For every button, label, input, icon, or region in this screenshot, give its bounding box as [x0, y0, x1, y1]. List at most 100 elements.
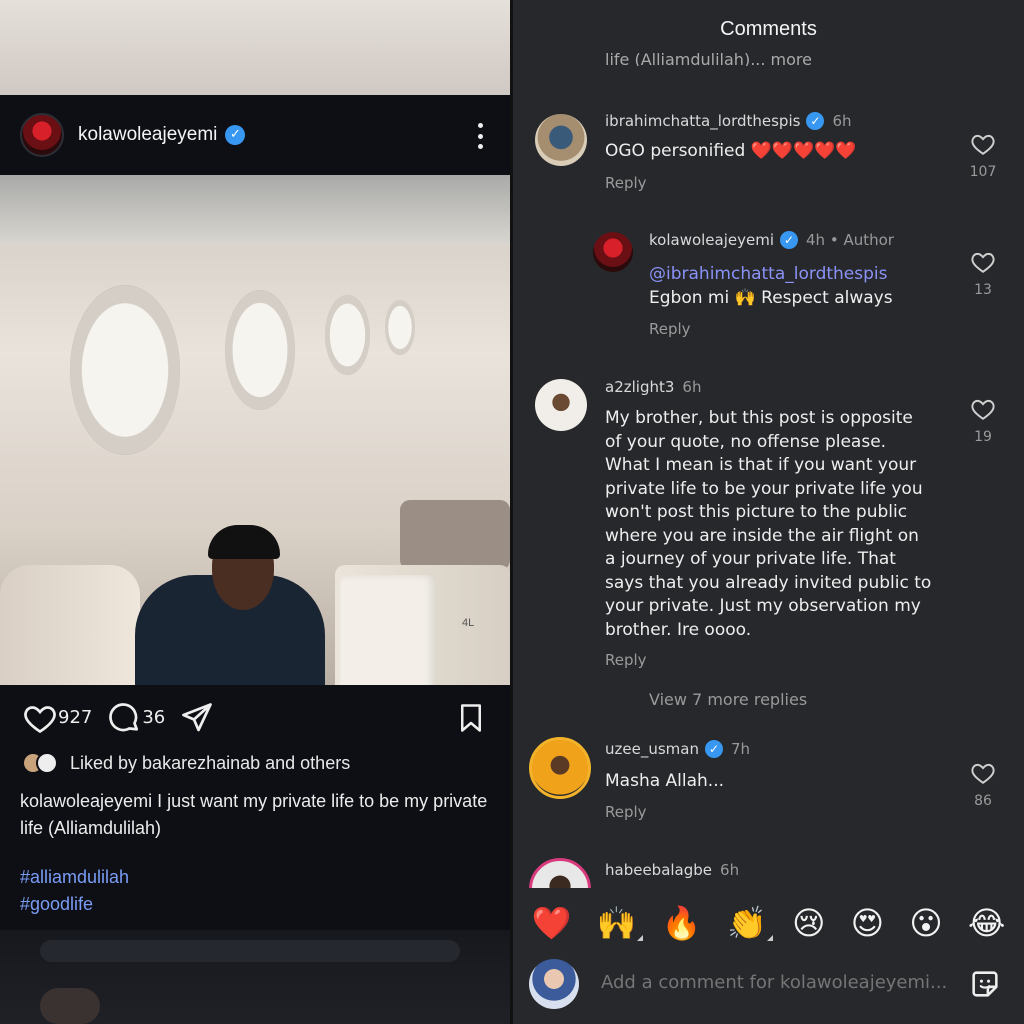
- post-hashtags: #alliamdulilah #goodlife: [20, 864, 129, 918]
- share-button[interactable]: [179, 700, 215, 736]
- photo-window: [385, 300, 415, 355]
- caption-username[interactable]: kolawoleajeyemi: [20, 791, 152, 811]
- hashtag-link[interactable]: #alliamdulilah: [20, 864, 129, 891]
- photo-seat-left: [0, 565, 140, 685]
- blurred-background-bottom: [0, 930, 510, 1024]
- reaction-emoji-glyph: 👏: [726, 904, 767, 942]
- reaction-emoji[interactable]: 😍: [851, 903, 884, 943]
- heart-icon: [971, 134, 995, 155]
- commenter-avatar[interactable]: [593, 232, 633, 272]
- comment-text-line: won't post this picture to the public: [605, 502, 908, 522]
- photo-window: [70, 285, 180, 455]
- photo-window: [325, 295, 370, 375]
- commenter-username[interactable]: a2zlight3: [605, 378, 674, 396]
- commenter-username[interactable]: kolawoleajeyemi: [649, 231, 774, 249]
- hashtag-link[interactable]: #goodlife: [20, 891, 129, 918]
- comment-text-line: of your quote, no offense please.: [605, 431, 887, 452]
- verified-badge-icon: ✓: [704, 740, 723, 758]
- post-photo[interactable]: 4L: [0, 175, 510, 685]
- comment-text-line: My brother, but this post is opposite: [605, 408, 913, 428]
- post-header: kolawoleajeyemi ✓: [0, 95, 510, 175]
- photo-seat-label: 4L: [462, 617, 475, 629]
- comment-bubble-icon: [109, 702, 139, 731]
- blurred-shape: [40, 988, 100, 1024]
- commenter-username[interactable]: ibrahimchatta_lordthespis: [605, 112, 800, 130]
- verified-badge-icon: ✓: [780, 231, 799, 249]
- comment-text-block: My brother, but this post is opposite of…: [605, 407, 931, 642]
- commenter-avatar-story-ring[interactable]: [529, 858, 591, 888]
- post-author-avatar[interactable]: [20, 113, 64, 157]
- comment-time: 6h: [720, 861, 740, 879]
- reaction-emoji[interactable]: 🙌: [596, 903, 643, 943]
- heart-icon: [971, 763, 995, 784]
- comment-like-count: 107: [969, 164, 997, 180]
- like-button[interactable]: 927: [22, 700, 92, 736]
- verified-badge-icon: ✓: [225, 125, 246, 145]
- comment-text-line: private life to be your private life you: [605, 478, 923, 499]
- comment-text-line: a journey of your private life. That: [605, 549, 896, 569]
- reaction-emoji[interactable]: 😂: [968, 903, 1005, 943]
- view-more-replies-button[interactable]: View 7 more replies: [649, 690, 807, 709]
- sticker-icon[interactable]: [968, 967, 1002, 1001]
- reply-button[interactable]: Reply: [605, 651, 647, 669]
- reaction-emoji[interactable]: 👏: [726, 903, 773, 943]
- comment-text: Egbon mi 🙌 Respect always: [649, 287, 893, 308]
- comment-like-button[interactable]: 13: [968, 250, 998, 298]
- blurred-shape: [40, 940, 460, 962]
- blurred-background-top: [0, 0, 510, 95]
- comment-like-button[interactable]: 19: [968, 397, 998, 445]
- liker-avatar: [36, 752, 58, 774]
- reaction-emoji[interactable]: 😢: [792, 903, 825, 943]
- current-user-avatar: [529, 959, 579, 1009]
- photo-cap: [208, 525, 280, 559]
- comment-time: 6h: [832, 112, 852, 130]
- commenter-avatar[interactable]: [535, 379, 587, 431]
- reaction-emoji-glyph: 🙌: [596, 904, 637, 942]
- comment-like-count: 86: [974, 793, 992, 809]
- more-vertical-icon[interactable]: [474, 123, 486, 149]
- comment-like-button[interactable]: 107: [968, 132, 998, 180]
- heart-icon: [24, 705, 56, 733]
- photo-back-seat: [400, 500, 510, 570]
- photo-panel-door: [340, 575, 435, 685]
- comment-like-count: 13: [974, 282, 992, 298]
- reaction-emoji[interactable]: 🔥: [662, 903, 702, 943]
- truncated-caption-text: life (Alliamdulilah)... more: [605, 50, 812, 66]
- comment-text-line: What I mean is that if you want your: [605, 455, 917, 475]
- truncated-caption[interactable]: life (Alliamdulilah)... more: [605, 46, 812, 66]
- liked-by-row[interactable]: Liked by bakarezhainab and others: [22, 752, 350, 774]
- mention-link[interactable]: @ibrahimchatta_lordthespis: [649, 263, 893, 287]
- like-count: 927: [58, 707, 93, 728]
- comments-sheet: Comments life (Alliamdulilah)... more ib…: [513, 0, 1024, 1024]
- post-actions: 927 36: [0, 685, 510, 750]
- comment-like-count: 19: [974, 429, 992, 445]
- photo-ceiling: [0, 175, 510, 245]
- commenter-username[interactable]: habeebalagbe: [605, 861, 712, 879]
- quick-reaction-bar: ❤️ 🙌 🔥 👏 😢 😍 😮 😂: [513, 900, 1024, 946]
- reply-button[interactable]: Reply: [605, 174, 647, 192]
- comment-count: 36: [142, 707, 166, 728]
- add-comment-bar: [513, 955, 1024, 1015]
- commenter-username[interactable]: uzee_usman: [605, 740, 699, 758]
- commenter-avatar[interactable]: [535, 114, 587, 166]
- comment-like-button[interactable]: 86: [968, 761, 998, 809]
- commenter-avatar-story-ring[interactable]: [529, 737, 591, 799]
- bookmark-icon[interactable]: [456, 702, 486, 734]
- post-caption: kolawoleajeyemi I just want my private l…: [20, 788, 495, 842]
- comment-text: Masha Allah...: [605, 771, 725, 791]
- add-comment-input[interactable]: [601, 972, 951, 993]
- verified-badge-icon: ✓: [806, 112, 825, 130]
- post-panel: kolawoleajeyemi ✓ 4L 927 36 Liked by bak…: [0, 0, 510, 1024]
- reply-button[interactable]: Reply: [605, 803, 647, 821]
- comments-title: Comments: [720, 18, 817, 40]
- comment-text-line: says that you already invited public to: [605, 572, 932, 593]
- reply-button[interactable]: Reply: [649, 320, 691, 338]
- liked-by-text: Liked by bakarezhainab and others: [70, 752, 351, 773]
- comment-text: OGO personified ❤️❤️❤️❤️❤️: [605, 141, 857, 161]
- reaction-emoji[interactable]: 😮: [909, 903, 942, 943]
- comment-text-line: where you are inside the air flight on: [605, 525, 919, 546]
- reaction-emoji[interactable]: ❤️: [532, 903, 572, 943]
- comment-time: 7h: [730, 740, 751, 758]
- comment-button[interactable]: 36: [106, 700, 165, 736]
- post-author-username[interactable]: kolawoleajeyemi: [78, 124, 217, 146]
